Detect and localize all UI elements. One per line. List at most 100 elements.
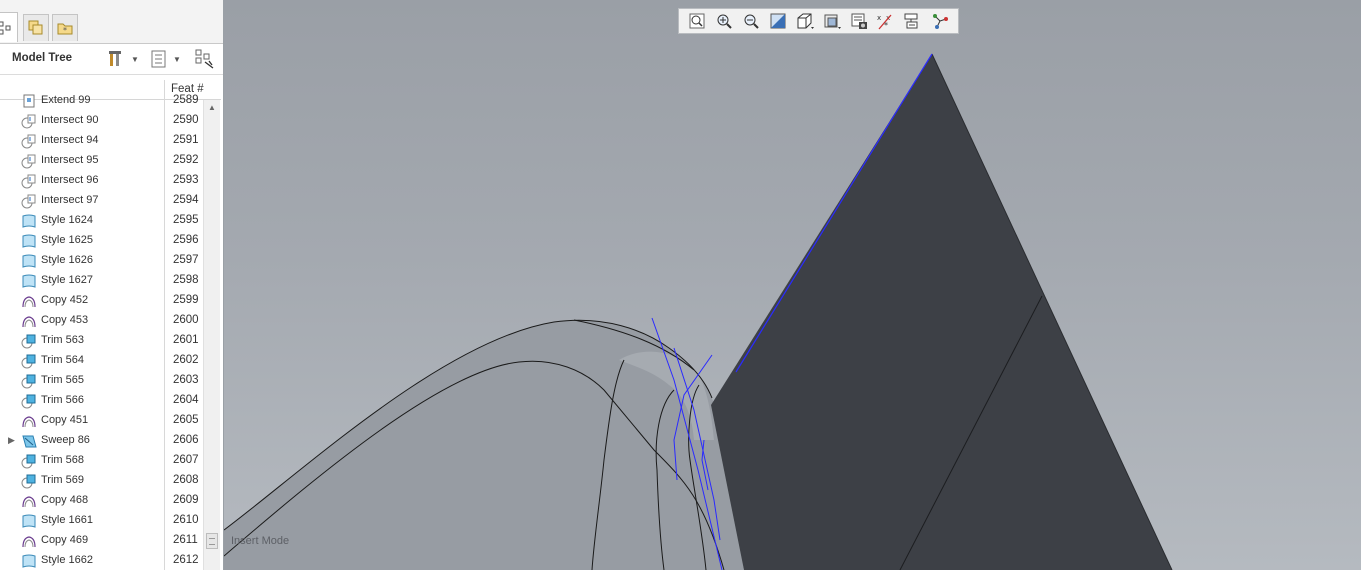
tree-row[interactable]: Intersect 95 2592 (0, 151, 201, 171)
tree-row-feat-number: 2598 (173, 274, 199, 286)
tree-row-label: Style 1662 (41, 554, 93, 566)
navigator-tab-strip: * (0, 0, 223, 44)
favorites-tab[interactable]: * (52, 14, 78, 41)
model-geometry (224, 53, 1173, 570)
tree-row[interactable]: Intersect 94 2591 (0, 131, 201, 151)
tree-row[interactable]: Trim 566 2604 (0, 391, 201, 411)
model-tree-list: Extend 99 2589 Intersect 90 2590 Intersect 9… (0, 91, 201, 570)
model-tree-title: Model Tree (12, 52, 73, 64)
settings-dropdown[interactable]: ▼ (107, 50, 139, 68)
trim-icon (21, 334, 37, 349)
tree-row[interactable]: Style 1626 2597 (0, 251, 201, 271)
spin-center-button[interactable] (926, 9, 953, 33)
datum-display-icon: xx* (877, 14, 891, 30)
annotation-display-button[interactable] (899, 9, 926, 33)
tree-row-feat-number: 2606 (173, 434, 199, 446)
layers-icon (28, 20, 43, 35)
tree-row[interactable]: Copy 468 2609 (0, 491, 201, 511)
tree-row-feat-number: 2605 (173, 414, 199, 426)
zoom-in-icon (717, 14, 732, 29)
model-tree-tab-icon (0, 21, 11, 34)
tree-row-label: Intersect 97 (41, 194, 99, 206)
refit-icon (689, 13, 704, 29)
tree-row[interactable]: Style 1662 2612 (0, 551, 201, 570)
tree-row-label: Trim 564 (41, 354, 84, 366)
copy-icon (21, 294, 37, 309)
tree-row-feat-number: 2607 (173, 454, 199, 466)
style-icon (21, 554, 37, 569)
view-manager-button[interactable] (845, 9, 872, 33)
tree-row[interactable]: Copy 451 2605 (0, 411, 201, 431)
saved-orientations-button[interactable] (791, 9, 818, 33)
tree-row-feat-number: 2596 (173, 234, 199, 246)
view-toolbar: xx* (678, 8, 959, 34)
tree-row-feat-number: 2610 (173, 514, 199, 526)
tree-row-label: Trim 568 (41, 454, 84, 466)
tree-row-feat-number: 2595 (173, 214, 199, 226)
tree-row[interactable]: Trim 569 2608 (0, 471, 201, 491)
chevron-down-icon: ▼ (173, 54, 181, 64)
tree-row-feat-number: 2600 (173, 314, 199, 326)
graphics-viewport[interactable]: xx* Insert Mode (224, 0, 1361, 570)
tree-filters-button[interactable] (195, 49, 215, 69)
tree-row-feat-number: 2609 (173, 494, 199, 506)
tree-row[interactable]: Style 1625 2596 (0, 231, 201, 251)
intersect-icon (21, 154, 37, 169)
zoom-out-button[interactable] (737, 9, 764, 33)
tree-scrollbar[interactable]: ▲ (203, 100, 220, 570)
tree-row[interactable]: Style 1627 2598 (0, 271, 201, 291)
expand-arrow-icon[interactable]: ▶ (8, 435, 15, 446)
tree-row[interactable]: Style 1661 2610 (0, 511, 201, 531)
tree-row[interactable]: Copy 452 2599 (0, 291, 201, 311)
intersect-icon (21, 194, 37, 209)
tree-row[interactable]: Intersect 90 2590 (0, 111, 201, 131)
tree-row-label: Style 1661 (41, 514, 93, 526)
tree-filter-icon (195, 49, 214, 69)
scroll-up-arrow-icon[interactable]: ▲ (204, 100, 220, 115)
dark-fin-surface (711, 54, 1172, 570)
refit-button[interactable] (683, 9, 710, 33)
display-style-button[interactable] (818, 9, 845, 33)
model-tree-header: Model Tree ▼ ▼ (0, 44, 223, 75)
tree-row[interactable]: Trim 568 2607 (0, 451, 201, 471)
tree-row-label: Trim 566 (41, 394, 84, 406)
tree-row[interactable]: ▶ Sweep 86 2606 (0, 431, 201, 451)
tree-row[interactable]: Trim 564 2602 (0, 351, 201, 371)
style-icon (21, 254, 37, 269)
scroll-thumb[interactable] (206, 533, 218, 549)
extend-icon (21, 94, 37, 109)
copy-icon (21, 414, 37, 429)
model-tree-panel: * Model Tree ▼ ▼ Feat # Extend 99 2589 I… (0, 0, 224, 570)
style-icon (21, 234, 37, 249)
tree-row-label: Trim 569 (41, 474, 84, 486)
chevron-down-icon: ▼ (131, 54, 139, 64)
tree-row[interactable]: Copy 469 2611 (0, 531, 201, 551)
show-dropdown[interactable]: ▼ (151, 50, 181, 68)
intersect-icon (21, 114, 37, 129)
copy-icon (21, 494, 37, 509)
tree-row-label: Copy 453 (41, 314, 89, 326)
layers-tab[interactable] (23, 14, 49, 41)
tree-row-label: Extend 99 (41, 94, 91, 106)
tree-row[interactable]: Intersect 96 2593 (0, 171, 201, 191)
model-tree-tab[interactable] (0, 12, 18, 42)
sweep-icon (21, 434, 37, 449)
datum-display-button[interactable]: xx* (872, 9, 899, 33)
tree-row-label: Intersect 95 (41, 154, 99, 166)
tree-row[interactable]: Copy 453 2600 (0, 311, 201, 331)
tree-row-label: Copy 452 (41, 294, 89, 306)
tree-row[interactable]: Extend 99 2589 (0, 91, 201, 111)
tree-row[interactable]: Intersect 97 2594 (0, 191, 201, 211)
tree-row-label: Style 1624 (41, 214, 93, 226)
zoom-in-button[interactable] (710, 9, 737, 33)
tree-row[interactable]: Style 1624 2595 (0, 211, 201, 231)
svg-text:*: * (63, 26, 67, 35)
trim-icon (21, 394, 37, 409)
tree-row[interactable]: Trim 565 2603 (0, 371, 201, 391)
folder-star-icon: * (57, 23, 73, 35)
tree-row-feat-number: 2591 (173, 134, 199, 146)
tree-row[interactable]: Trim 563 2601 (0, 331, 201, 351)
tree-row-feat-number: 2611 (173, 534, 198, 546)
tree-row-feat-number: 2592 (173, 154, 199, 166)
repaint-button[interactable] (764, 9, 791, 33)
